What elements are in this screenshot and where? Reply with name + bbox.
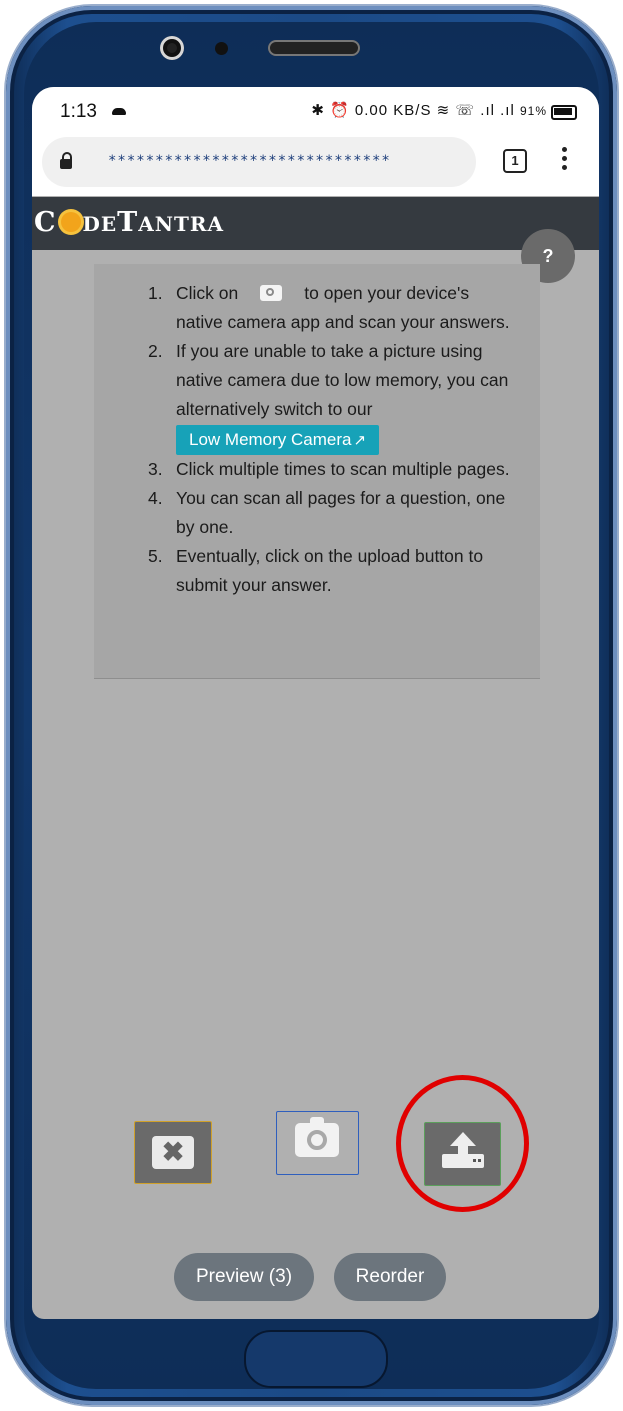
preview-button[interactable]: Preview (3) <box>174 1253 314 1301</box>
discard-button[interactable]: ✖ <box>134 1121 212 1184</box>
step3-text: Click multiple times to scan multiple pa… <box>176 459 510 479</box>
highlight-circle <box>396 1075 529 1212</box>
brand-letter-c: C <box>34 207 57 238</box>
lock-icon <box>60 152 72 169</box>
phone-screen: 1:13 ✱ ⏰ 0.00 KB/S ≋ ☏ .ıl .ıl 91% *****… <box>32 87 599 1319</box>
list-item: 2. If you are unable to take a picture u… <box>148 337 514 455</box>
address-bar[interactable]: ****************************** <box>42 137 476 187</box>
low-memory-camera-button[interactable]: Low Memory Camera ↗ <box>176 425 380 455</box>
brand-header: C DETANTRA <box>32 197 599 250</box>
camera-button[interactable] <box>276 1111 359 1175</box>
step-number: 4. <box>148 488 163 508</box>
step-number: 5. <box>148 546 163 566</box>
brand-letters-de: DE <box>82 212 118 236</box>
step4-text: You can scan all pages for a question, o… <box>176 488 506 537</box>
list-item: 3. Click multiple times to scan multiple… <box>148 455 514 484</box>
status-bar: 1:13 ✱ ⏰ 0.00 KB/S ≋ ☏ .ıl .ıl 91% <box>32 87 599 132</box>
list-item: 1. Click on to open your device's native … <box>148 279 514 337</box>
step-number: 1. <box>148 283 163 303</box>
instructions-panel: 1. Click on to open your device's native … <box>94 264 540 679</box>
camera-icon <box>295 1117 339 1157</box>
battery-icon <box>551 105 577 120</box>
home-button[interactable] <box>244 1330 388 1388</box>
low-memory-camera-label: Low Memory Camera <box>189 430 352 449</box>
external-link-icon: ↗ <box>353 432 367 449</box>
status-icons: ✱ ⏰ 0.00 KB/S ≋ ☏ .ıl .ıl 91% <box>311 101 547 119</box>
cloud-icon <box>112 108 126 115</box>
step2-text: If you are unable to take a picture usin… <box>176 341 509 419</box>
step5-text: Eventually, click on the upload button t… <box>176 546 484 595</box>
camera-inline-icon <box>260 284 283 301</box>
reorder-button[interactable]: Reorder <box>334 1253 446 1301</box>
earpiece-speaker <box>268 40 360 56</box>
url-text: ****************************** <box>108 153 391 169</box>
front-camera-icon <box>160 36 184 60</box>
overflow-menu-icon[interactable] <box>562 147 568 173</box>
list-item: 5. Eventually, click on the upload butto… <box>148 542 514 600</box>
step-number: 3. <box>148 459 163 479</box>
sun-logo-icon <box>60 211 81 232</box>
close-icon: ✖ <box>152 1136 194 1169</box>
status-icons-text: ✱ ⏰ 0.00 KB/S ≋ ☏ .ıl .ıl <box>311 102 515 119</box>
brand-letter-t: T <box>117 207 139 238</box>
step-number: 2. <box>148 341 163 361</box>
tab-switcher-icon[interactable]: 1 <box>503 149 527 173</box>
brand-letters-antra: ANTRA <box>138 212 225 236</box>
battery-percent: 91% <box>519 104 547 118</box>
brand-logo: C DETANTRA <box>34 207 224 238</box>
sensor-dot <box>215 42 228 55</box>
instructions-list: 1. Click on to open your device's native … <box>94 279 540 600</box>
status-time: 1:13 <box>60 101 97 122</box>
list-item: 4. You can scan all pages for a question… <box>148 484 514 542</box>
step1-text-a: Click on <box>176 283 239 303</box>
